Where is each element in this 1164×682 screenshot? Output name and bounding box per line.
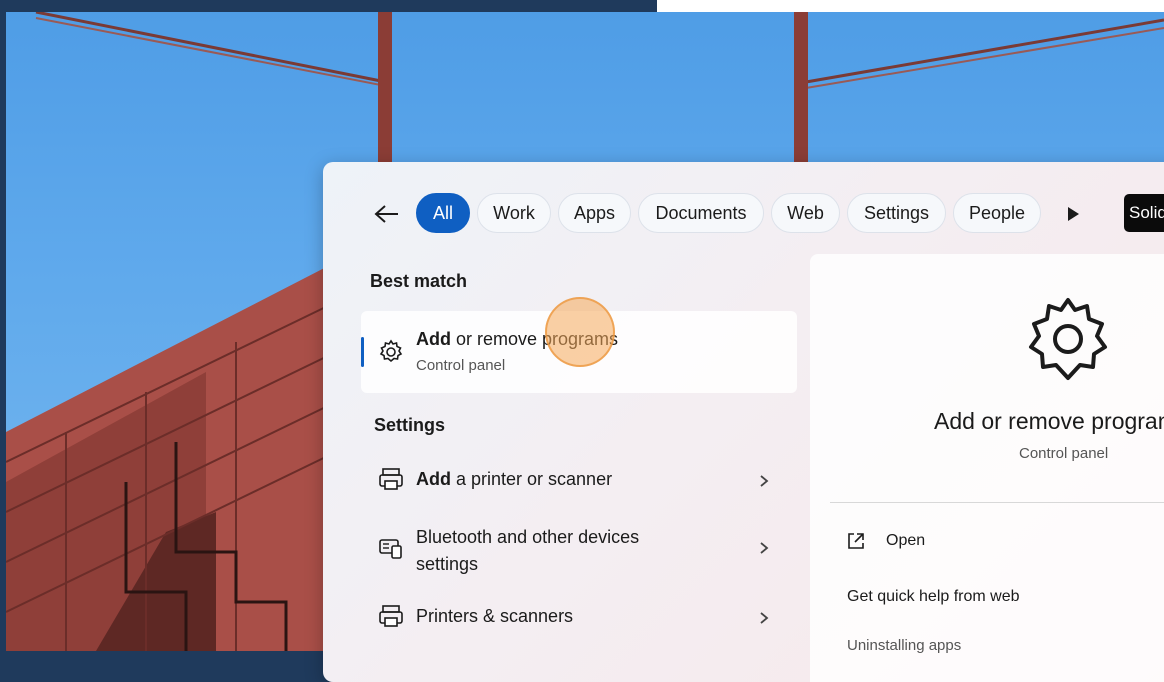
gear-icon — [1029, 298, 1107, 380]
keyboard-device-icon — [379, 539, 402, 559]
divider — [830, 502, 1164, 503]
open-label: Open — [886, 532, 926, 549]
best-match-heading: Best match — [370, 271, 468, 291]
settings-item-printers[interactable]: Printers & scanners — [361, 595, 797, 639]
gear-icon — [379, 339, 403, 363]
quick-help-heading: Get quick help from web — [847, 588, 1020, 605]
filter-web[interactable]: Web — [771, 193, 840, 233]
play-icon[interactable] — [1061, 202, 1085, 226]
settings-item-label: Printers & scanners — [416, 606, 574, 626]
preview-title: Add or remove programs — [934, 408, 1164, 434]
printer-icon — [379, 468, 403, 490]
profile-badge[interactable]: Solid — [1124, 194, 1164, 232]
filter-people[interactable]: People — [953, 193, 1041, 233]
chevron-right-icon — [760, 475, 769, 487]
best-match-subtitle: Control panel — [416, 357, 506, 374]
filter-documents[interactable]: Documents — [638, 193, 764, 233]
search-panel: All Work Apps Documents Web Settings Peo… — [323, 162, 1164, 682]
selection-indicator — [361, 337, 364, 367]
settings-item-label-line2: settings — [416, 554, 479, 574]
cursor-highlight — [545, 297, 615, 367]
back-button[interactable] — [373, 200, 401, 228]
printer-icon — [379, 605, 403, 627]
taskbar-strip — [0, 0, 657, 12]
filter-settings[interactable]: Settings — [847, 193, 946, 233]
filter-all[interactable]: All — [416, 193, 470, 233]
arrow-left-icon — [374, 205, 398, 223]
settings-item-label: Bluetooth and other devices — [416, 527, 640, 547]
window-strip — [657, 0, 1164, 12]
open-action[interactable]: Open — [846, 524, 1146, 560]
settings-item-label: Add a printer or scanner — [416, 469, 613, 489]
preview-pane: Add or remove programs Control panel Ope… — [810, 254, 1164, 682]
filter-bar: All Work Apps Documents Web Settings Peo… — [323, 192, 1164, 236]
settings-item-bluetooth[interactable]: Bluetooth and other devices settings — [361, 518, 797, 578]
open-external-icon — [848, 533, 864, 549]
chevron-right-icon — [760, 612, 769, 624]
filter-work[interactable]: Work — [477, 193, 551, 233]
filter-apps[interactable]: Apps — [558, 193, 631, 233]
settings-heading: Settings — [374, 415, 446, 435]
chevron-right-icon — [760, 542, 769, 554]
help-link-uninstalling-apps[interactable]: Uninstalling apps — [847, 637, 961, 654]
settings-item-add-printer[interactable]: Add a printer or scanner — [361, 458, 797, 502]
preview-subtitle: Control panel — [1019, 445, 1109, 462]
